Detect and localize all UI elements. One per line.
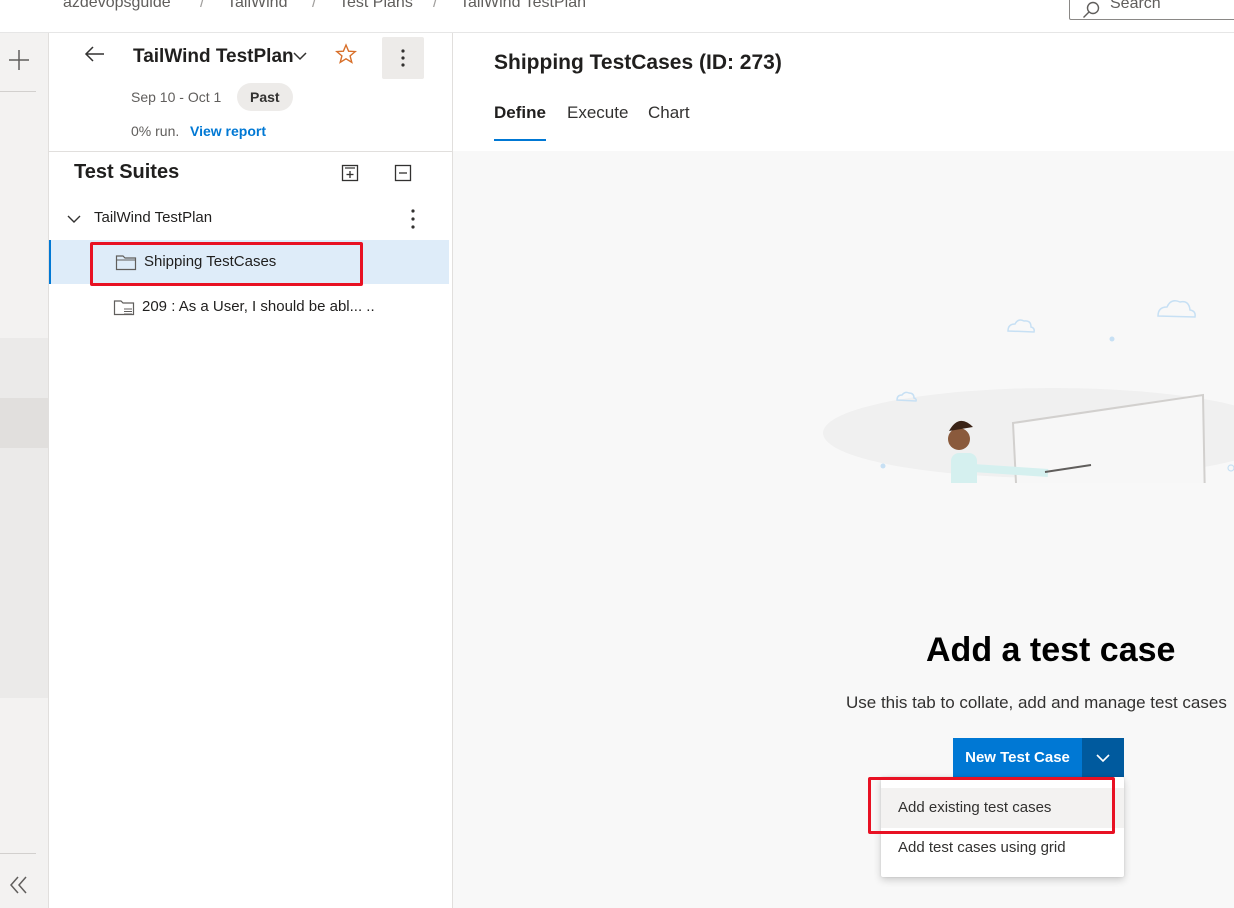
test-plan-title[interactable]: TailWind TestPlan [133, 46, 294, 68]
test-suites-heading: Test Suites [74, 161, 180, 183]
navigation-rail [0, 33, 49, 908]
suite-label: 209 : As a User, I should be abl... .. [142, 298, 375, 315]
tab-execute[interactable]: Execute [567, 103, 628, 123]
more-vertical-icon [401, 49, 405, 67]
tab-chart[interactable]: Chart [648, 103, 690, 123]
breadcrumb-testplan[interactable]: TailWind TestPlan [460, 0, 586, 12]
breadcrumb-separator: / [433, 0, 438, 11]
rail-item[interactable] [0, 338, 48, 398]
suite-tree-item[interactable]: 209 : As a User, I should be abl... .. [49, 285, 449, 329]
search-input[interactable]: Search [1069, 0, 1234, 20]
more-actions-button[interactable] [382, 37, 424, 79]
empty-state-title: Add a test case [926, 631, 1176, 669]
breadcrumb-org[interactable]: azdevopsguide [63, 0, 171, 12]
search-placeholder: Search [1110, 0, 1161, 12]
chevron-down-icon [1096, 754, 1110, 763]
panel-divider [49, 151, 453, 152]
rail-item[interactable] [0, 448, 48, 698]
highlight-box-menu-item [868, 777, 1115, 834]
rail-item-selected[interactable] [0, 398, 48, 448]
suite-title: Shipping TestCases (ID: 273) [494, 51, 782, 74]
expand-all-icon[interactable] [340, 163, 360, 183]
active-tab-indicator [494, 139, 546, 141]
search-icon [1083, 1, 1100, 18]
breadcrumb-test-plans[interactable]: Test Plans [339, 0, 413, 12]
plus-icon[interactable] [6, 47, 32, 73]
back-arrow-icon[interactable] [83, 42, 107, 66]
plan-dates: Sep 10 - Oct 1 [131, 89, 222, 105]
breadcrumb-separator: / [312, 0, 317, 11]
status-badge: Past [237, 83, 293, 111]
chevron-down-icon[interactable] [291, 47, 309, 65]
test-plan-panel: TailWind TestPlan Sep 10 - Oct 1 Past 0%… [49, 33, 453, 908]
collapse-all-icon[interactable] [393, 163, 413, 183]
more-vertical-icon[interactable] [407, 207, 419, 231]
highlight-box-suite [90, 242, 363, 286]
view-report-link[interactable]: View report [190, 123, 266, 139]
suite-header: Shipping TestCases (ID: 273) Define Exec… [453, 33, 1234, 151]
run-percentage: 0% run. [131, 123, 180, 139]
star-icon[interactable] [334, 42, 358, 66]
painter-illustration [823, 300, 1234, 483]
breadcrumb-project[interactable]: TailWind [227, 0, 287, 12]
breadcrumb-separator: / [200, 0, 205, 11]
top-breadcrumb-bar: azdevopsguide / TailWind / Test Plans / … [0, 0, 1234, 33]
new-test-case-button[interactable]: New Test Case [953, 738, 1082, 777]
suite-root-label: TailWind TestPlan [94, 209, 213, 226]
rail-divider [0, 91, 36, 92]
tab-define[interactable]: Define [494, 103, 546, 123]
double-chevron-left-icon[interactable] [7, 873, 31, 897]
suite-tree-root[interactable]: TailWind TestPlan [49, 196, 449, 240]
rail-divider [0, 853, 36, 854]
chevron-down-icon[interactable] [66, 211, 82, 227]
requirement-suite-icon [113, 300, 135, 316]
empty-state-description: Use this tab to collate, add and manage … [846, 693, 1227, 712]
new-test-case-dropdown-button[interactable] [1082, 738, 1124, 777]
main-content: Shipping TestCases (ID: 273) Define Exec… [453, 33, 1234, 908]
menu-item-add-grid[interactable]: Add test cases using grid [881, 828, 1124, 868]
